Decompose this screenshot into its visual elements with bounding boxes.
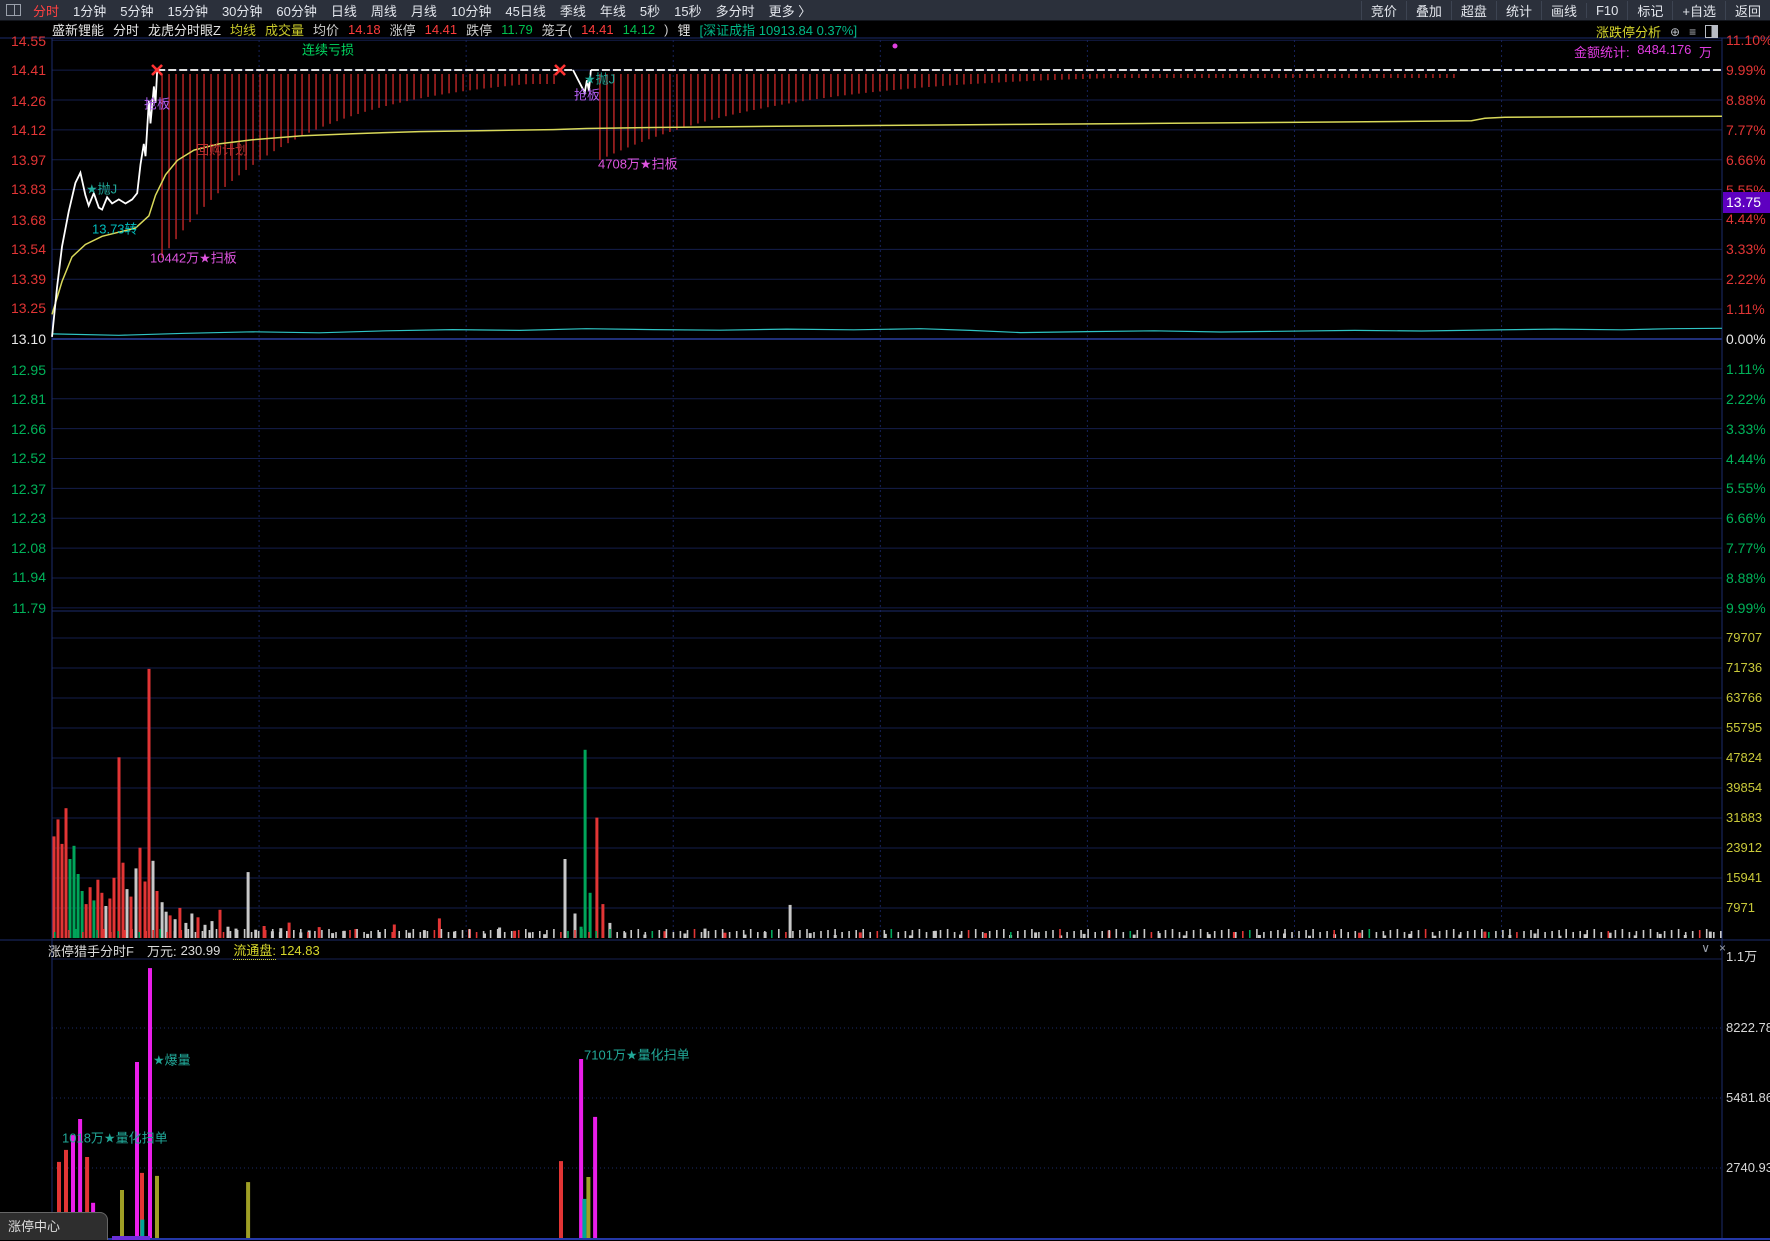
- stock-info-bar: 盛新锂能分时龙虎分时眼Z 均线成交量均价 14.18 涨停 14.41 跌停 11.79 笼子…: [0, 21, 857, 38]
- info-segment: 龙虎分时眼Z: [148, 20, 221, 39]
- info-segment: [深证成指 10913.84 0.37%]: [700, 20, 858, 39]
- info-segment: 均价: [313, 20, 339, 39]
- period-menu-item[interactable]: 15秒: [667, 1, 708, 20]
- info-segment: ): [664, 22, 668, 37]
- info-segment: 分时: [113, 20, 139, 39]
- tool-menu-item[interactable]: 叠加: [1406, 1, 1451, 20]
- limit-analysis-label[interactable]: 涨跌停分析: [1596, 22, 1661, 41]
- tool-menu-item[interactable]: 标记: [1627, 1, 1672, 20]
- period-menu-item[interactable]: 30分钟: [215, 1, 269, 20]
- tool-menu-item[interactable]: 返回: [1725, 1, 1770, 20]
- info-segment: 14.12: [623, 22, 656, 37]
- amount-statistics-label: 金额统计:: [1574, 42, 1630, 61]
- tool-menu-item[interactable]: 竞价: [1361, 1, 1406, 20]
- info-segment: 成交量: [265, 20, 304, 39]
- period-menu-item[interactable]: 分时: [26, 1, 66, 20]
- indicator-header-icons: ∨ ×: [1701, 941, 1726, 955]
- tool-menu: 竞价叠加超盘统计画线F10标记+自选返回: [1361, 1, 1770, 20]
- info-segment: 14.18: [348, 22, 381, 37]
- info-segment: 涨停: [390, 20, 416, 39]
- amount-statistics: 金额统计: 8484.176 万: [1574, 42, 1712, 61]
- info-segment: 11.79: [501, 22, 533, 37]
- tool-menu-item[interactable]: 统计: [1496, 1, 1541, 20]
- info-segment: 14.41: [425, 22, 458, 37]
- period-menu-item[interactable]: 10分钟: [444, 1, 498, 20]
- limit-center-button[interactable]: 涨停中心: [0, 1212, 108, 1240]
- info-segment: 均线: [230, 20, 256, 39]
- scrollbar-thumb[interactable]: [112, 1236, 150, 1240]
- chevron-down-icon[interactable]: ∨: [1701, 941, 1710, 955]
- tool-menu-item[interactable]: F10: [1586, 3, 1627, 18]
- info-segment: 盛新锂能: [52, 20, 104, 39]
- indicator-title[interactable]: 涨停猎手分时F: [48, 941, 134, 960]
- info-segment: 笼子(: [542, 20, 572, 39]
- period-menu-item[interactable]: 日线: [324, 1, 364, 20]
- period-menu-item[interactable]: 更多 〉: [762, 1, 819, 20]
- menu-lines-icon[interactable]: ≡: [1689, 26, 1696, 38]
- period-menu-item[interactable]: 多分时: [709, 1, 762, 20]
- period-menu-item[interactable]: 季线: [553, 1, 593, 20]
- amount-statistics-value: 8484.176: [1637, 42, 1691, 61]
- info-segment: 14.41: [581, 22, 614, 37]
- limit-analysis-group: 涨跌停分析 ⊕ ≡: [1596, 22, 1718, 41]
- period-menu-item[interactable]: 年线: [593, 1, 633, 20]
- indicator-cap-label: 万元:: [147, 941, 177, 960]
- half-square-icon[interactable]: [1705, 25, 1718, 38]
- indicator-header: 涨停猎手分时F 万元: 230.99 流通盘: 124.83: [0, 942, 320, 958]
- period-menubar: 分时1分钟5分钟15分钟30分钟60分钟日线周线月线10分钟45日线季线年线5秒…: [0, 0, 1770, 21]
- period-menu-item[interactable]: 周线: [364, 1, 404, 20]
- period-menu-item[interactable]: 月线: [404, 1, 444, 20]
- tool-menu-item[interactable]: 超盘: [1451, 1, 1496, 20]
- indicator-float-label: 流通盘:: [233, 940, 276, 960]
- amount-statistics-unit: 万: [1699, 42, 1712, 61]
- price-marker-box: 13.75: [1723, 192, 1770, 213]
- app-window: 分时1分钟5分钟15分钟30分钟60分钟日线周线月线10分钟45日线季线年线5秒…: [0, 0, 1770, 1241]
- chart-svg: [0, 0, 1770, 1241]
- period-menu-item[interactable]: 15分钟: [160, 1, 214, 20]
- indicator-cap-value: 230.99: [181, 943, 221, 958]
- circle-plus-icon[interactable]: ⊕: [1670, 26, 1680, 38]
- period-menu: 分时1分钟5分钟15分钟30分钟60分钟日线周线月线10分钟45日线季线年线5秒…: [26, 1, 818, 20]
- period-menu-item[interactable]: 1分钟: [66, 1, 113, 20]
- tool-menu-item[interactable]: 画线: [1541, 1, 1586, 20]
- period-menu-item[interactable]: 5秒: [633, 1, 667, 20]
- period-menu-item[interactable]: 5分钟: [113, 1, 160, 20]
- period-menu-item[interactable]: 45日线: [498, 1, 552, 20]
- period-menu-item[interactable]: 60分钟: [269, 1, 323, 20]
- window-split-icon[interactable]: [6, 4, 21, 16]
- info-segment: 锂: [678, 20, 691, 39]
- close-icon[interactable]: ×: [1719, 941, 1726, 955]
- tool-menu-item[interactable]: +自选: [1672, 1, 1725, 20]
- info-segment: 跌停: [466, 20, 492, 39]
- indicator-float-value: 124.83: [280, 943, 320, 958]
